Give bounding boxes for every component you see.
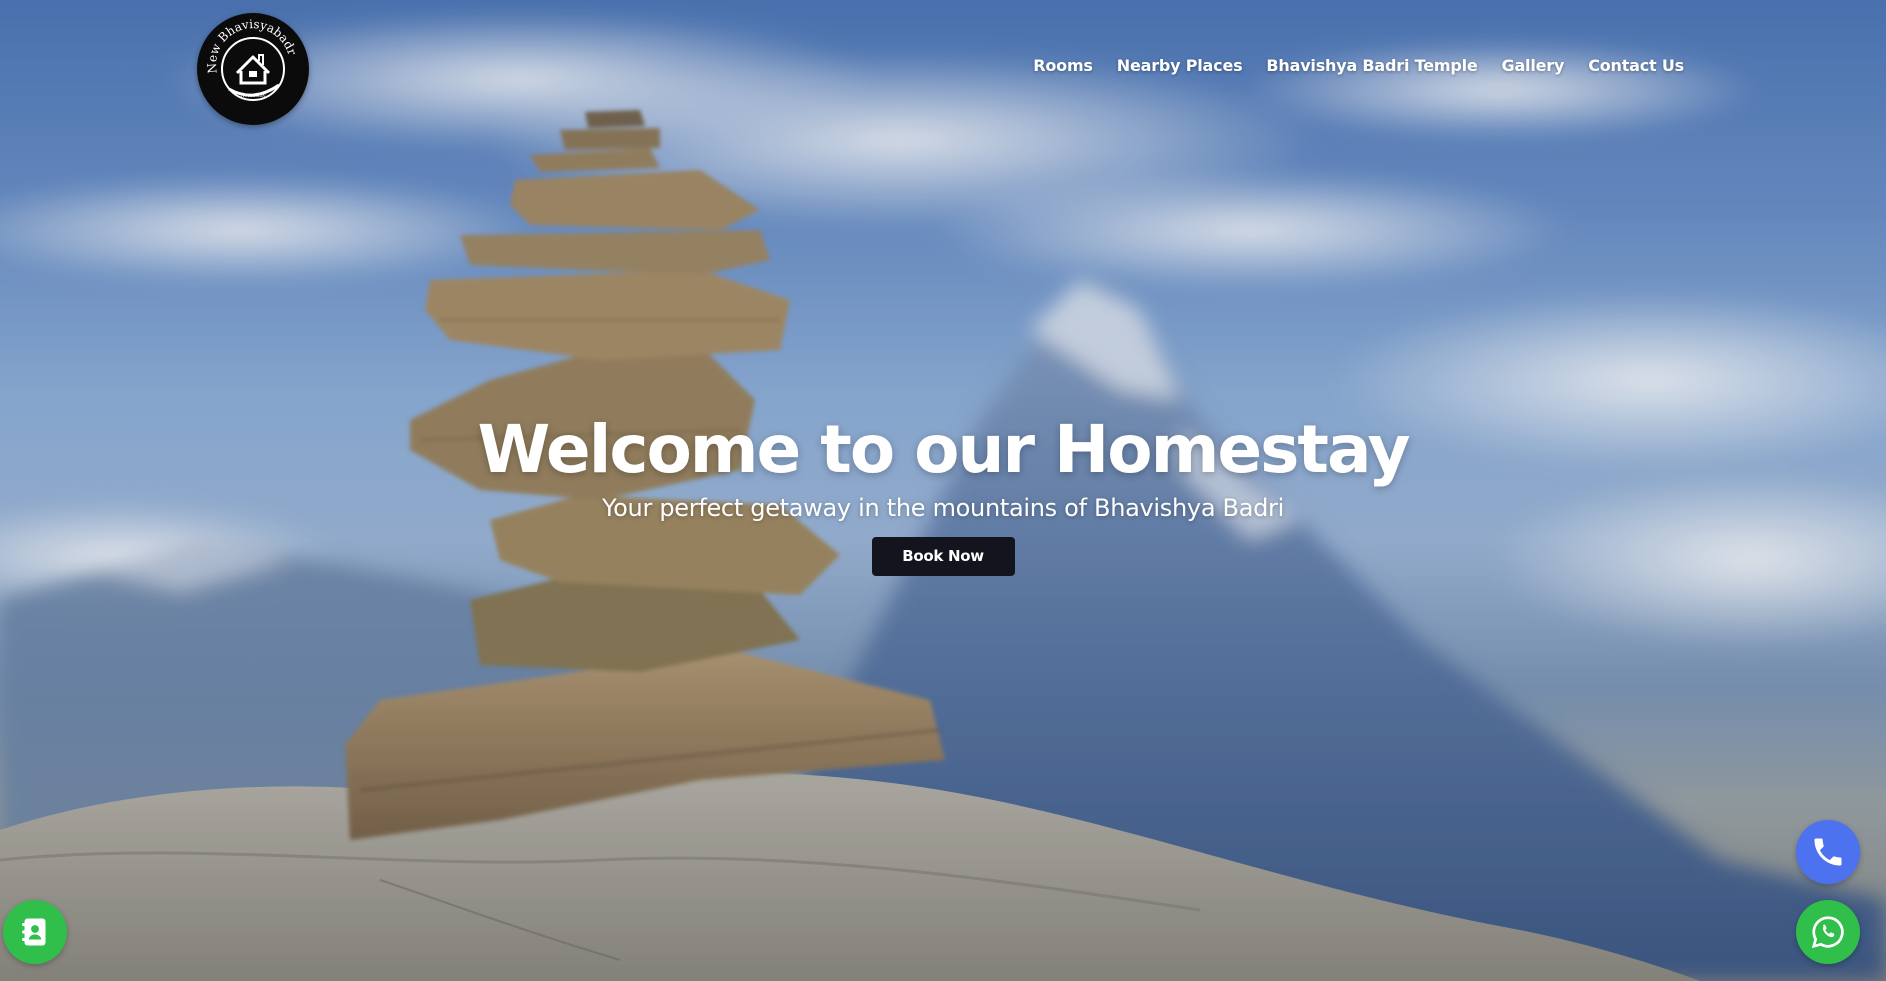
nav-contact-us[interactable]: Contact Us xyxy=(1588,56,1684,75)
hero-subtitle: Your perfect getaway in the mountains of… xyxy=(601,494,1284,522)
site-logo[interactable]: New Bhavisyabadri Homestay xyxy=(197,13,309,125)
contact-button[interactable] xyxy=(3,900,67,964)
nav-bhavishya-badri-temple[interactable]: Bhavishya Badri Temple xyxy=(1266,56,1477,75)
nav-rooms[interactable]: Rooms xyxy=(1033,56,1093,75)
logo-subtext: Homestay xyxy=(240,93,266,99)
contact-book-icon xyxy=(22,918,46,946)
whatsapp-button[interactable] xyxy=(1796,900,1860,964)
whatsapp-icon xyxy=(1811,916,1844,949)
phone-icon xyxy=(1814,838,1842,866)
house-in-circle-icon: New Bhavisyabadri Homestay xyxy=(197,13,305,121)
hero-section: New Bhavisyabadri Homestay Rooms Nearby … xyxy=(0,0,1886,981)
book-now-button[interactable]: Book Now xyxy=(871,537,1015,576)
phone-button[interactable] xyxy=(1796,820,1860,884)
hero-title: Welcome to our Homestay xyxy=(477,411,1410,488)
main-nav: Rooms Nearby Places Bhavishya Badri Temp… xyxy=(1033,56,1684,75)
nav-nearby-places[interactable]: Nearby Places xyxy=(1117,56,1243,75)
nav-gallery[interactable]: Gallery xyxy=(1502,56,1565,75)
hero-content: Welcome to our Homestay Your perfect get… xyxy=(0,408,1886,576)
